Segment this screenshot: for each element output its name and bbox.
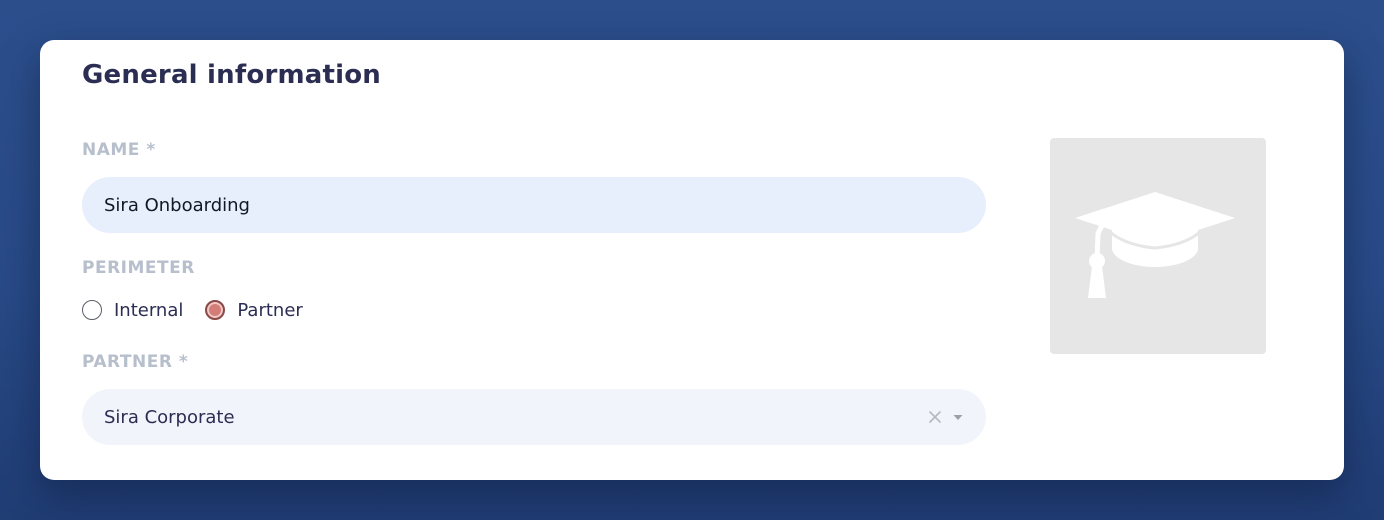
radio-internal-label: Internal [114, 299, 184, 321]
radio-partner-label: Partner [237, 299, 303, 321]
perimeter-radio-group: Internal Partner [82, 296, 325, 324]
name-label: NAME * [82, 140, 156, 160]
partner-label: PARTNER * [82, 352, 189, 372]
radio-internal[interactable] [82, 300, 102, 320]
graduation-cap-icon [1075, 192, 1235, 298]
caret-down-icon[interactable] [952, 411, 964, 423]
perimeter-option-internal[interactable]: Internal [82, 300, 183, 321]
perimeter-label: PERIMETER [82, 258, 195, 278]
perimeter-option-partner[interactable]: Partner [205, 299, 303, 321]
section-title: General information [82, 60, 382, 90]
radio-partner[interactable] [205, 300, 226, 320]
partner-select-value: Sira Corporate [104, 406, 235, 428]
partner-select[interactable]: Sira Corporate [82, 389, 986, 445]
close-icon[interactable] [928, 410, 942, 424]
name-input[interactable] [82, 177, 986, 233]
general-information-card: General information NAME * PERIMETER Int… [40, 40, 1344, 480]
course-image-placeholder[interactable] [1050, 138, 1266, 354]
